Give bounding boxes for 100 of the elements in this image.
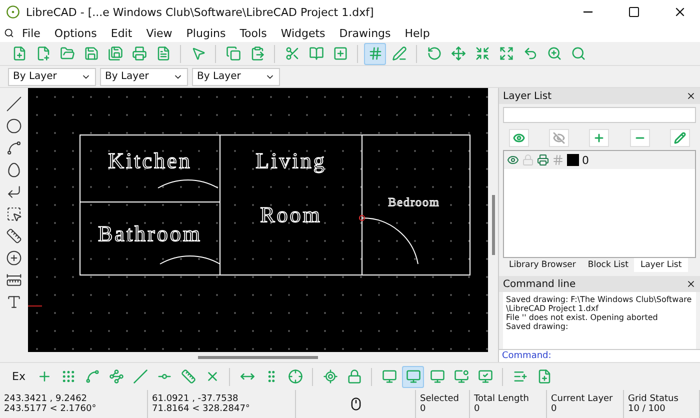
expand-icon <box>498 46 514 61</box>
room-label: Kitchen <box>108 148 192 173</box>
coordinate-text: 243.3421 , 9.2462 <box>4 394 88 404</box>
list-plus-icon <box>512 369 528 384</box>
layer-filter-field[interactable] <box>503 107 696 123</box>
curve-icon[interactable] <box>6 140 22 156</box>
app-logo-icon <box>6 5 20 19</box>
close-icon <box>673 5 687 19</box>
pen-icon <box>392 46 406 61</box>
monitor-icon <box>478 369 493 384</box>
copy-icon <box>226 46 240 61</box>
status-value: 0 <box>551 404 558 414</box>
save-icon <box>108 46 122 61</box>
close-icon[interactable] <box>686 279 696 289</box>
monitor-icon <box>382 369 397 384</box>
printer-icon <box>132 46 146 61</box>
curve-icon <box>84 369 100 384</box>
shrink-icon <box>474 46 490 61</box>
grid-icon <box>60 369 76 384</box>
book-icon <box>308 46 324 61</box>
file-plus-icon <box>12 46 26 61</box>
panel-title: Layer List <box>503 90 552 102</box>
mouse-icon <box>348 397 362 411</box>
target-icon <box>322 369 338 384</box>
eye-off-icon <box>553 132 566 144</box>
layer-action-button[interactable] <box>670 129 690 147</box>
toolbar-button[interactable] <box>402 366 424 388</box>
command-output-line: \LibreCAD Project 1.dxf <box>506 304 600 313</box>
property-dropdown[interactable]: By Layer <box>8 68 96 86</box>
coordinate-text: 61.0921 , -37.7538 <box>152 394 240 404</box>
search-icon <box>4 28 14 38</box>
file-plus-icon <box>36 46 50 61</box>
select-icon[interactable] <box>6 206 22 222</box>
rotate-icon <box>426 46 442 61</box>
clipboard-icon <box>250 46 264 61</box>
document-icon <box>156 46 170 61</box>
room-label: Bedroom <box>388 195 440 209</box>
status-label: Grid Status <box>628 394 680 404</box>
scissors-icon <box>284 46 300 61</box>
layer-name: 0 <box>582 154 589 166</box>
coordinate-text: 71.8164 < 328.2847° <box>152 404 251 414</box>
text-icon[interactable] <box>6 294 22 310</box>
save-icon <box>84 46 98 61</box>
grid-icon <box>368 46 382 61</box>
eye-icon[interactable] <box>507 154 519 166</box>
crosshair-icon <box>288 369 303 384</box>
printer-icon[interactable] <box>537 154 549 166</box>
command-input-field[interactable]: Command: <box>499 349 700 362</box>
menu-item[interactable]: Plugins <box>180 26 232 40</box>
layer-action-button[interactable] <box>589 129 610 147</box>
grid-icon[interactable] <box>552 154 564 166</box>
layer-color-swatch[interactable] <box>567 154 579 166</box>
menu-item[interactable]: Widgets <box>274 26 332 40</box>
drawing-canvas[interactable]: Kitchen Living Room Bathroom Bedroom <box>28 88 488 352</box>
status-label: Total Length <box>474 394 530 404</box>
layer-action-button[interactable] <box>630 129 650 147</box>
zoom-in-icon <box>546 46 562 61</box>
property-dropdown[interactable]: By Layer <box>100 68 188 86</box>
menu-item[interactable]: Edit <box>104 26 138 40</box>
close-icon[interactable] <box>686 91 696 101</box>
toolbar-button[interactable] <box>364 42 386 64</box>
coordinate-text: 243.5177 < 2.1760° <box>4 404 98 414</box>
eye-icon <box>513 132 526 144</box>
point-marker <box>359 215 365 221</box>
line-icon[interactable] <box>6 96 22 112</box>
search-icon <box>570 46 586 61</box>
monitor-icon <box>406 369 421 384</box>
menu-item[interactable]: Help <box>398 26 436 40</box>
menu-item[interactable]: View <box>140 26 178 40</box>
snap-label: Ex <box>11 370 26 383</box>
window-title: LibreCAD - [...e Windows Club\Software\LibreCAD Project 1.dxf] <box>26 6 375 18</box>
plus-square-icon <box>332 46 348 61</box>
plus-icon <box>593 132 606 144</box>
circle-icon[interactable] <box>6 118 22 134</box>
status-value: 10 / 100 <box>628 404 666 414</box>
move-icon <box>450 46 466 61</box>
room-label: Living <box>256 148 326 173</box>
panel-tab[interactable]: Layer List <box>634 258 688 272</box>
layer-action-button[interactable] <box>549 129 570 147</box>
command-output-line: Saved drawing: <box>506 322 570 331</box>
plus-icon <box>36 369 52 384</box>
room-label: Room <box>260 202 322 227</box>
layer-action-button[interactable] <box>509 129 530 147</box>
nodes-icon <box>108 369 124 384</box>
menu-item[interactable]: Options <box>48 26 103 40</box>
room-label: Bathroom <box>98 221 202 246</box>
pencil-icon <box>674 132 686 144</box>
maximize-icon <box>628 6 640 18</box>
pointer-icon <box>190 46 206 61</box>
undo-icon <box>522 46 538 61</box>
status-label: Selected <box>420 394 460 404</box>
lock-icon <box>346 369 362 384</box>
line-icon <box>132 369 148 384</box>
ruler-icon <box>180 369 196 384</box>
layer-row[interactable]: 0 <box>504 151 695 169</box>
menu-item[interactable]: Tools <box>234 26 273 40</box>
property-dropdown[interactable]: By Layer <box>192 68 280 86</box>
menu-item[interactable]: File <box>16 26 46 40</box>
menu-item[interactable]: Drawings <box>333 26 397 40</box>
measure-icon[interactable] <box>6 272 22 288</box>
